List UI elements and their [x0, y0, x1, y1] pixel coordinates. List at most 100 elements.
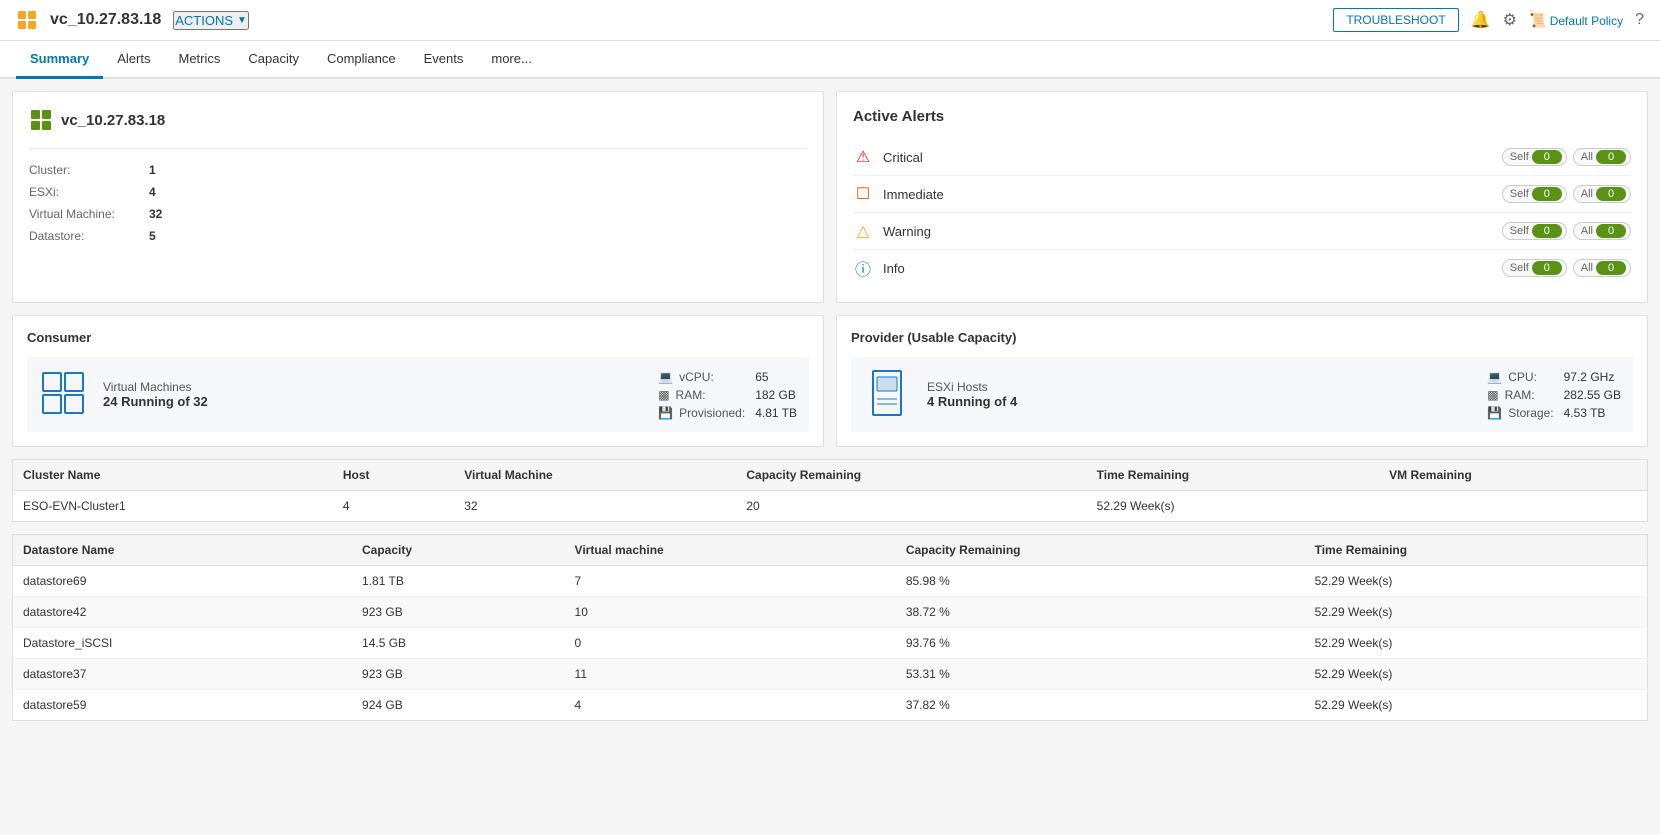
provider-storage-icon: 💾 [1487, 406, 1502, 420]
esxi-info: ESXi Hosts 4 Running of 4 [927, 380, 1461, 409]
col-ds-capacity: Capacity [352, 535, 565, 566]
esxi-label: ESXi: [29, 185, 149, 199]
ds-name-5[interactable]: datastore59 [13, 690, 353, 721]
col-ds-time-remaining: Time Remaining [1305, 535, 1648, 566]
immediate-all-count: 0 [1596, 187, 1626, 201]
cluster-host-cell: 4 [333, 491, 454, 522]
provider-storage-label: 💾 Storage: [1487, 406, 1553, 420]
alert-row-info: ⓘ Info Self 0 All 0 [853, 250, 1631, 286]
datastore-label: Datastore: [29, 229, 149, 243]
cluster-name-cell[interactable]: ESO-EVN-Cluster1 [13, 491, 333, 522]
consumer-provider-row: Consumer Virtual Machines 24 Running of … [12, 315, 1648, 447]
info-row-cluster: Cluster: 1 [29, 159, 807, 181]
ds-cap-4: 923 GB [352, 659, 565, 690]
consumer-stats: 💻 vCPU: 65 ▩ RAM: 182 GB 💾 Provisioned: … [658, 370, 797, 420]
tab-alerts[interactable]: Alerts [103, 41, 164, 79]
ds-name-1[interactable]: datastore69 [13, 566, 353, 597]
tab-metrics[interactable]: Metrics [164, 41, 234, 79]
actions-button[interactable]: ACTIONS ▼ [173, 11, 249, 30]
ds-name-2[interactable]: datastore42 [13, 597, 353, 628]
immediate-all-badge: All 0 [1573, 185, 1631, 203]
ds-name-4[interactable]: datastore37 [13, 659, 353, 690]
provider-ram-icon: ▩ [1487, 388, 1498, 402]
immediate-icon: ☐ [853, 184, 873, 204]
warning-all-count: 0 [1596, 224, 1626, 238]
ds-cap-rem-4: 53.31 % [896, 659, 1305, 690]
warning-icon: △ [853, 221, 873, 241]
info-row-vm: Virtual Machine: 32 [29, 203, 807, 225]
cluster-time-remaining-cell: 52.29 Week(s) [1087, 491, 1379, 522]
ds-cap-2: 923 GB [352, 597, 565, 628]
provider-content: ESXi Hosts 4 Running of 4 💻 CPU: 97.2 GH… [851, 357, 1633, 432]
bell-icon: 🔔 [1471, 10, 1491, 30]
critical-icon: ⚠ [853, 147, 873, 167]
immediate-self-count: 0 [1532, 187, 1562, 201]
vc-info-panel: vc_10.27.83.18 Cluster: 1 ESXi: 4 Virtua… [12, 91, 824, 303]
ds-vm-1: 7 [565, 566, 896, 597]
vm-type-label: Virtual Machines [103, 380, 632, 394]
ds-time-rem-1: 52.29 Week(s) [1305, 566, 1648, 597]
provider-cpu-value: 97.2 GHz [1564, 370, 1621, 384]
info-icon: ⓘ [853, 258, 873, 278]
cpu-icon: 💻 [658, 370, 673, 384]
help-icon[interactable]: ? [1635, 11, 1644, 29]
alert-row-warning: △ Warning Self 0 All 0 [853, 213, 1631, 250]
policy-icon: 📜 [1529, 12, 1546, 28]
col-ds-name: Datastore Name [13, 535, 353, 566]
alert-row-critical: ⚠ Critical Self 0 All 0 [853, 139, 1631, 176]
datastore-value: 5 [149, 229, 156, 243]
datastore-table-header: Datastore Name Capacity Virtual machine … [13, 535, 1648, 566]
ds-time-rem-4: 52.29 Week(s) [1305, 659, 1648, 690]
host-title: vc_10.27.83.18 [50, 11, 161, 29]
ds-cap-1: 1.81 TB [352, 566, 565, 597]
info-row-esxi: ESXi: 4 [29, 181, 807, 203]
critical-label: Critical [883, 150, 1502, 165]
ds-vm-4: 11 [565, 659, 896, 690]
alert-row-immediate: ☐ Immediate Self 0 All 0 [853, 176, 1631, 213]
datastore-row-3: Datastore_iSCSI 14.5 GB 0 93.76 % 52.29 … [13, 628, 1648, 659]
immediate-badges: Self 0 All 0 [1502, 185, 1631, 203]
provider-ram-value: 282.55 GB [1564, 388, 1621, 402]
tab-capacity[interactable]: Capacity [234, 41, 313, 79]
ds-cap-rem-3: 93.76 % [896, 628, 1305, 659]
tab-events[interactable]: Events [410, 41, 478, 79]
vc-panel-name: vc_10.27.83.18 [61, 112, 165, 129]
ds-cap-5: 924 GB [352, 690, 565, 721]
ds-time-rem-2: 52.29 Week(s) [1305, 597, 1648, 628]
settings-icon: ⚙ [1503, 10, 1517, 30]
esxi-icon [863, 369, 911, 420]
ds-vm-2: 10 [565, 597, 896, 628]
warning-badges: Self 0 All 0 [1502, 222, 1631, 240]
troubleshoot-button[interactable]: TROUBLESHOOT [1333, 8, 1458, 32]
ds-cap-rem-5: 37.82 % [896, 690, 1305, 721]
ds-name-3[interactable]: Datastore_iSCSI [13, 628, 353, 659]
datastore-row-5: datastore59 924 GB 4 37.82 % 52.29 Week(… [13, 690, 1648, 721]
cluster-vm-remaining-cell [1379, 491, 1647, 522]
info-all-badge: All 0 [1573, 259, 1631, 277]
provider-cpu-label: 💻 CPU: [1487, 370, 1553, 384]
critical-self-count: 0 [1532, 150, 1562, 164]
info-self-badge: Self 0 [1502, 259, 1567, 277]
tab-summary[interactable]: Summary [16, 41, 103, 79]
ds-time-rem-5: 52.29 Week(s) [1305, 690, 1648, 721]
cluster-table-header: Cluster Name Host Virtual Machine Capaci… [13, 460, 1648, 491]
info-self-count: 0 [1532, 261, 1562, 275]
col-cluster-name: Cluster Name [13, 460, 333, 491]
ds-time-rem-3: 52.29 Week(s) [1305, 628, 1648, 659]
ds-vm-3: 0 [565, 628, 896, 659]
tab-more[interactable]: more... [477, 41, 545, 79]
consumer-provisioned-label: 💾 Provisioned: [658, 406, 745, 420]
consumer-vcpu-label: 💻 vCPU: [658, 370, 745, 384]
active-alerts-title: Active Alerts [853, 108, 1631, 125]
default-policy-link[interactable]: 📜 Default Policy [1529, 12, 1623, 29]
info-badges: Self 0 All 0 [1502, 259, 1631, 277]
col-capacity-remaining: Capacity Remaining [736, 460, 1086, 491]
datastore-row-1: datastore69 1.81 TB 7 85.98 % 52.29 Week… [13, 566, 1648, 597]
consumer-panel: Consumer Virtual Machines 24 Running of … [12, 315, 824, 447]
active-alerts-panel: Active Alerts ⚠ Critical Self 0 All 0 [836, 91, 1648, 303]
nav-tabs: Summary Alerts Metrics Capacity Complian… [0, 41, 1660, 79]
tab-compliance[interactable]: Compliance [313, 41, 410, 79]
critical-self-badge: Self 0 [1502, 148, 1567, 166]
vc-info-table: Cluster: 1 ESXi: 4 Virtual Machine: 32 D… [29, 148, 807, 247]
vc-panel-icon [29, 108, 53, 132]
